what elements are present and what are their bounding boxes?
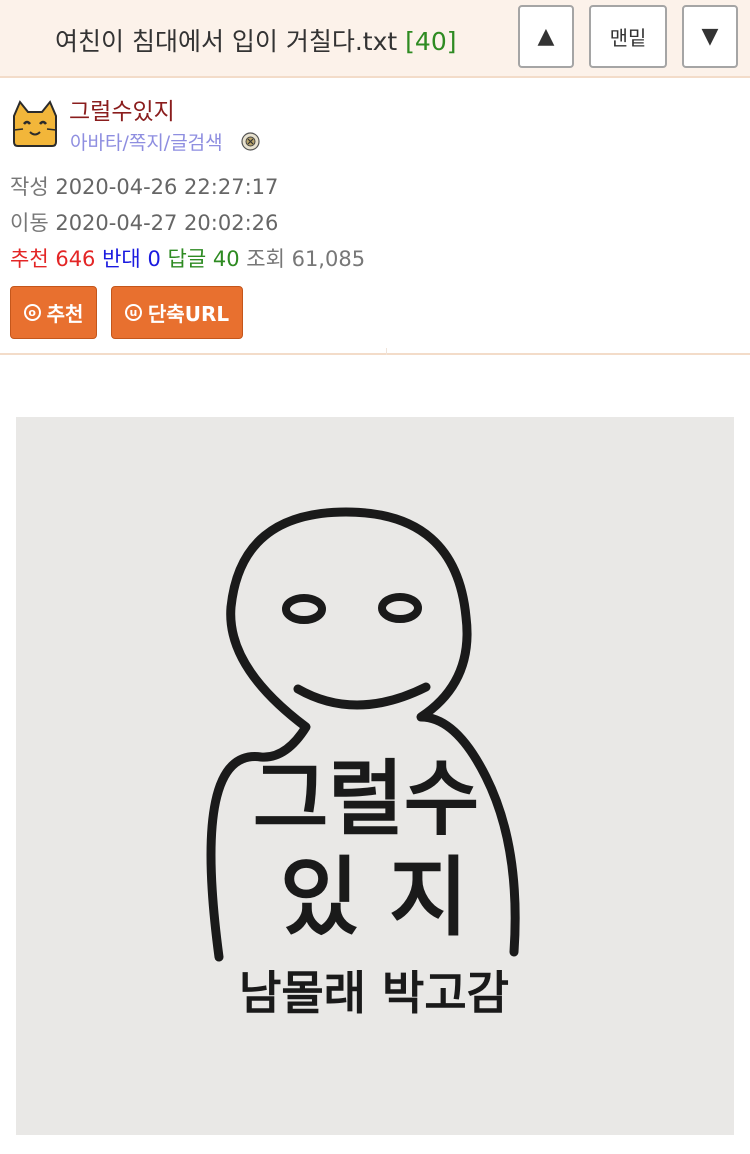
post-title-text: 여친이 침대에서 입이 거칠다.txt xyxy=(55,27,398,56)
view-count: 61,085 xyxy=(291,247,366,271)
written-label: 작성 xyxy=(10,175,49,199)
badge-icon xyxy=(241,132,260,151)
post-info: 그럴수있지 아바타/쪽지/글검색 작성 2020-04-26 22:27:17 … xyxy=(0,80,750,355)
url-circle-icon: u xyxy=(124,304,142,321)
info-divider xyxy=(386,348,750,355)
short-url-button-label: 단축URL xyxy=(147,302,230,326)
oppose-label: 반대 xyxy=(102,247,141,271)
go-bottom-button[interactable]: 맨밑 xyxy=(589,5,667,68)
go-bottom-label: 맨밑 xyxy=(609,26,647,50)
reply-label: 답글 xyxy=(167,247,207,271)
arrow-up-icon: ▲ xyxy=(537,24,555,49)
moved-label: 이동 xyxy=(10,211,49,235)
author-name[interactable]: 그럴수있지 xyxy=(69,92,175,126)
author-links[interactable]: 아바타/쪽지/글검색 xyxy=(70,128,223,155)
stats-row: 추천 646 반대 0 답글 40 조회 61,085 xyxy=(10,243,365,273)
scroll-up-button[interactable]: ▲ xyxy=(518,5,574,68)
recommend-circle-icon: o xyxy=(23,304,41,321)
post-title: 여친이 침대에서 입이 거칠다.txt [40] xyxy=(55,22,456,58)
recommend-count: 646 xyxy=(55,247,96,271)
top-bar: 여친이 침대에서 입이 거칠다.txt [40] ▲ 맨밑 ▼ xyxy=(0,0,750,78)
view-label: 조회 xyxy=(246,247,285,271)
written-at-row: 작성 2020-04-26 22:27:17 xyxy=(10,171,278,201)
comment-count[interactable]: [40] xyxy=(405,27,456,56)
image-text-line1: 그럴수 xyxy=(253,752,479,847)
recommend-button-label: 추천 xyxy=(46,302,84,326)
avatar-cat-icon[interactable] xyxy=(10,98,60,148)
written-at: 2020-04-26 22:27:17 xyxy=(55,175,279,199)
recommend-label: 추천 xyxy=(10,247,49,271)
short-url-button[interactable]: u 단축URL xyxy=(111,286,243,339)
post-image: 그럴수 있 지 남몰래 박고감 xyxy=(16,417,734,1135)
scroll-down-button[interactable]: ▼ xyxy=(682,5,738,68)
moved-at: 2020-04-27 20:02:26 xyxy=(55,211,279,235)
oppose-count: 0 xyxy=(147,247,161,271)
moved-at-row: 이동 2020-04-27 20:02:26 xyxy=(10,207,278,237)
image-text-line3: 남몰래 박고감 xyxy=(239,966,509,1020)
arrow-down-icon: ▼ xyxy=(701,24,719,49)
image-text-line2: 있 지 xyxy=(280,848,468,948)
drawing-figure: 그럴수 있 지 남몰래 박고감 xyxy=(16,417,734,1135)
reply-count: 40 xyxy=(212,247,240,271)
recommend-button[interactable]: o 추천 xyxy=(10,286,97,339)
